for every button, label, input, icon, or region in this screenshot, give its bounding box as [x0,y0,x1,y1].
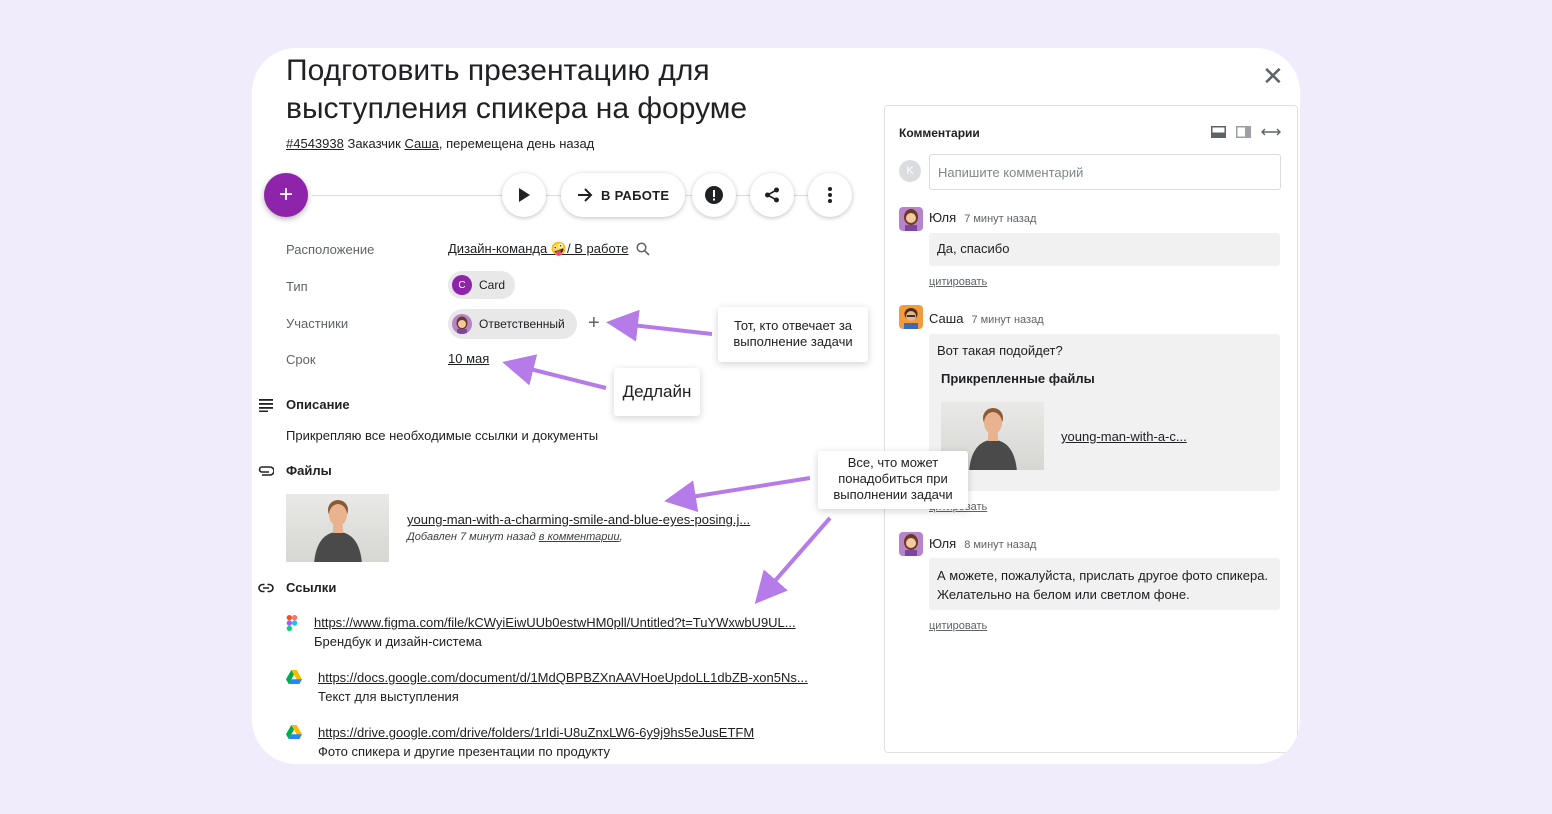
members-label: Участники [286,316,349,331]
task-card: Подготовить презентацию для выступления … [252,48,1300,764]
moved-text: , перемещена день назад [438,136,595,151]
type-chip-label: Card [479,278,506,292]
view-toggle-group [1211,126,1281,138]
customer-link[interactable]: Саша [404,136,438,151]
file-info: young-man-with-a-charming-smile-and-blue… [407,512,750,543]
comment-text: Вот такая подойдет? [937,343,1063,358]
comment-avatar [899,305,923,329]
alert-icon [705,186,723,204]
comment-header: Юля 7 минут назад [929,210,1036,225]
arrow-right-icon [578,188,593,202]
file-name-link[interactable]: young-man-with-a-charming-smile-and-blue… [407,512,750,527]
priority-button[interactable] [692,173,736,217]
link-description: Текст для выступления [318,689,459,704]
comment-time: 7 минут назад [971,314,1044,326]
comment-bubble: Вот такая подойдет? Прикрепленные файлы … [929,334,1280,491]
comments-title: Комментарии [899,126,980,140]
add-button[interactable]: + [264,173,308,217]
expand-horizontal-icon[interactable] [1261,128,1281,136]
deadline-label: Срок [286,352,316,367]
link-url[interactable]: https://www.figma.com/file/kCWyiEiwUUb0e… [314,615,796,630]
type-chip-avatar: C [452,275,472,295]
link-url[interactable]: https://drive.google.com/drive/folders/1… [318,725,754,740]
comment-input[interactable] [929,154,1281,190]
play-icon [519,188,530,202]
panel-bottom-icon[interactable] [1211,126,1226,138]
play-button[interactable] [502,173,546,217]
deadline-value[interactable]: 10 мая [448,351,489,366]
quote-link[interactable]: цитировать [929,620,987,632]
comment-time: 7 минут назад [964,213,1037,225]
attachment-name-link[interactable]: young-man-with-a-c... [1061,429,1187,444]
member-chip-label: Ответственный [479,317,565,331]
attachments-title: Прикрепленные файлы [941,371,1095,386]
link-item: https://drive.google.com/drive/folders/1… [286,725,754,759]
member-chip[interactable]: Ответственный [448,309,577,339]
link-icon [258,583,274,592]
task-meta: #4543938 Заказчик Саша, перемещена день … [286,136,594,151]
annotation-responsible: Тот, кто отвечает за выполнение задачи [718,307,868,362]
file-added: Добавлен 7 минут назад в комментарии, [407,531,750,543]
description-section-header: Описание [258,397,350,412]
status-button[interactable]: В РАБОТЕ [561,173,686,217]
notes-icon [259,398,273,412]
file-thumbnail[interactable] [286,494,389,562]
description-text: Прикрепляю все необходимые ссылки и доку… [286,428,599,443]
link-item: https://www.figma.com/file/kCWyiEiwUUb0e… [286,615,796,649]
link-description: Брендбук и дизайн-система [314,634,482,649]
comment-time: 8 минут назад [964,539,1037,551]
current-user-avatar: K [899,160,921,182]
comment-bubble: Да, спасибо [929,233,1280,266]
comment-header: Юля 8 минут назад [929,536,1036,551]
panel-right-icon[interactable] [1236,126,1251,138]
file-added-text: Добавлен 7 минут назад [407,531,536,543]
comment-avatar [899,207,923,231]
comment-author: Юля [929,210,957,225]
comment-author: Юля [929,536,957,551]
customer-label: Заказчик [347,136,401,151]
close-icon[interactable]: ✕ [1262,62,1284,90]
task-title: Подготовить презентацию для выступления … [286,54,748,125]
files-heading: Файлы [286,463,332,478]
comment-bubble: А можете, пожалуйста, прислать другое фо… [929,558,1280,610]
share-icon [765,187,779,203]
annotation-deadline: Дедлайн [614,368,700,416]
status-label: В РАБОТЕ [601,187,670,203]
google-drive-icon [286,670,302,684]
search-icon [636,242,651,256]
figma-icon [286,615,298,631]
task-id-link[interactable]: #4543938 [286,136,344,151]
share-button[interactable] [750,173,794,217]
annotation-files: Все, что может понадобиться при выполнен… [818,451,968,509]
google-drive-icon [286,725,302,739]
location-link[interactable]: Дизайн-команда 🤪/ В работе [448,241,628,257]
link-url[interactable]: https://docs.google.com/document/d/1MdQB… [318,670,808,685]
attachment-icon [258,465,274,476]
file-in-comment-link[interactable]: в комментарии [539,531,620,543]
comment-header: Саша 7 минут назад [929,311,1044,326]
files-section-header: Файлы [258,463,332,478]
quote-link[interactable]: цитировать [929,276,987,288]
more-vert-icon [828,187,832,203]
links-section-header: Ссылки [258,580,336,595]
location-field: Дизайн-команда 🤪/ В работе [448,241,651,257]
type-label: Тип [286,279,308,294]
add-member-icon[interactable]: + [588,312,600,335]
links-heading: Ссылки [286,580,337,595]
more-button[interactable] [808,173,852,217]
comment-avatar [899,532,923,556]
type-chip[interactable]: C Card [448,271,516,299]
location-label: Расположение [286,242,375,257]
file-added-trailing: , [619,531,623,543]
link-item: https://docs.google.com/document/d/1MdQB… [286,670,808,704]
comment-author: Саша [929,311,964,326]
comments-panel: Комментарии K Юля 7 минут назад Да, спас… [884,105,1298,753]
description-heading: Описание [286,397,350,412]
member-avatar [452,314,472,334]
link-description: Фото спикера и другие презентации по про… [318,744,610,759]
